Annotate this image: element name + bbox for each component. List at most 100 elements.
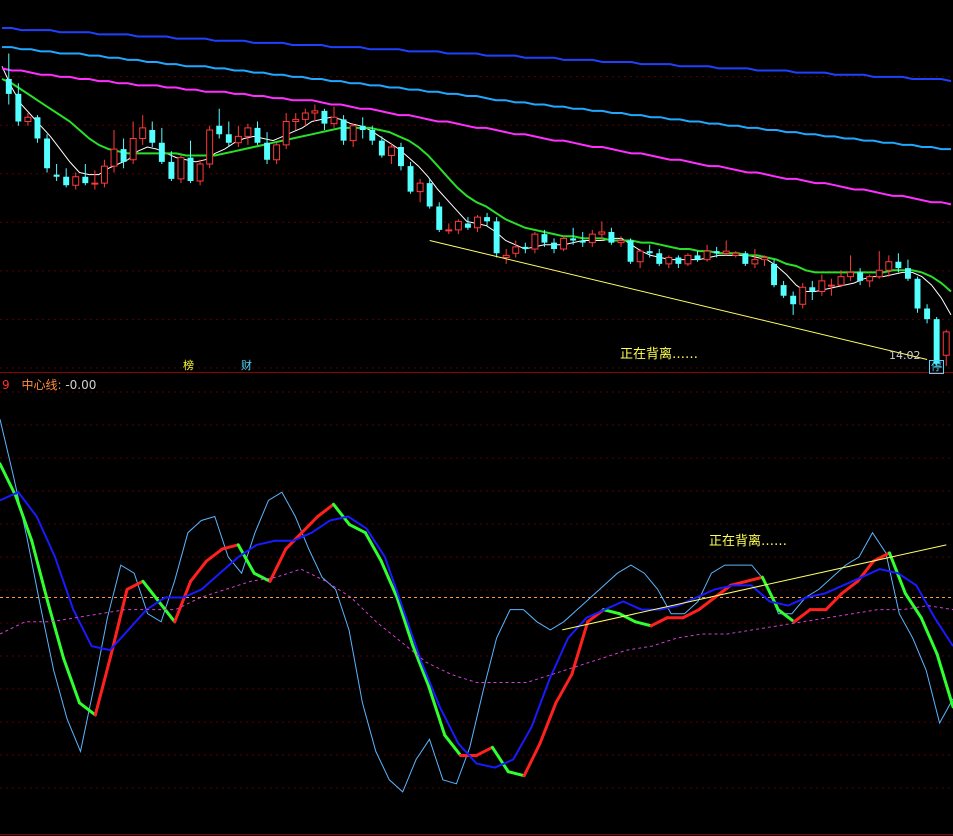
candle-body-up — [588, 233, 596, 244]
signal-line-segment — [792, 608, 812, 624]
candle-body-up — [330, 116, 338, 125]
signal-line-segment — [602, 608, 621, 616]
candle-body-down — [857, 272, 864, 281]
candle-body-up — [866, 276, 874, 282]
signal-line-segment — [522, 741, 542, 778]
candle-body-up — [837, 276, 845, 286]
candle-body-up — [454, 220, 462, 231]
candle-body-up — [416, 182, 424, 193]
finance-badge[interactable]: 财 — [241, 360, 252, 372]
signal-line-segment — [506, 770, 526, 778]
candle-body-down — [120, 149, 127, 162]
candle-body-up — [311, 110, 319, 114]
candle-body-up — [100, 165, 108, 184]
candle-body-up — [474, 216, 481, 229]
candle-body-up — [512, 246, 520, 254]
indicator-lines — [0, 419, 953, 793]
candle-body-up — [617, 240, 625, 244]
candle-body-down — [225, 134, 232, 143]
candle-body-up — [732, 252, 740, 256]
price-divergence-note: 正在背离…… — [620, 347, 699, 362]
candle-body-up — [942, 331, 950, 356]
signal-line-segment — [617, 612, 637, 624]
signal-line-segment — [93, 652, 113, 717]
signal-line-segment — [935, 652, 953, 709]
indicator-name: 中心线: — [21, 378, 62, 392]
signal-line-segment — [125, 579, 145, 591]
signal-line-segment — [268, 547, 288, 583]
candle-body-up — [751, 259, 759, 265]
signal-line-segment — [411, 644, 431, 689]
signal-line-segment — [919, 616, 939, 656]
candle-body-up — [91, 182, 99, 185]
candle-body-down — [541, 234, 548, 243]
candle-body-down — [158, 142, 165, 162]
moving-average-lines — [1, 27, 952, 316]
candle-body-down — [321, 110, 328, 124]
indicator-divergence-trendline — [562, 544, 947, 631]
signal-line-segment — [189, 559, 208, 583]
candle-body-down — [694, 255, 701, 260]
candle-body-down — [579, 240, 586, 243]
signal-line-segment — [173, 579, 193, 624]
candle-body-down — [742, 253, 749, 264]
moving-average-line — [1, 78, 952, 293]
candle-body-down — [407, 166, 414, 192]
candle-body-up — [72, 176, 80, 186]
signal-line-segment — [570, 620, 590, 676]
indicator-line — [0, 490, 953, 769]
candle-body-down — [570, 238, 577, 241]
moving-average-line — [1, 66, 952, 316]
candle-body-up — [703, 250, 711, 261]
candle-body-down — [895, 261, 902, 269]
candle-body-down — [34, 117, 41, 139]
indicator-header: 9 中心线: -0.00 — [2, 376, 96, 393]
candle-body-down — [82, 176, 89, 184]
indicator-index: 9 — [2, 378, 10, 392]
moving-average-line — [2, 27, 952, 83]
low-price-label: 14.02 — [889, 349, 921, 362]
signal-line-segment — [475, 745, 494, 757]
candle-body-up — [110, 148, 118, 167]
candle-body-down — [359, 125, 366, 130]
baseline-dashed-line — [0, 568, 953, 683]
candle-body-down — [656, 253, 663, 264]
candle-body-down — [53, 174, 60, 177]
signal-line-segment — [109, 587, 129, 656]
candle-body-up — [139, 127, 147, 139]
candle-body-down — [369, 130, 376, 141]
signal-line-segment — [332, 502, 351, 527]
candle-body-up — [560, 237, 568, 250]
candle-body-down — [216, 125, 223, 135]
candle-body-down — [713, 251, 720, 254]
candle-body-up — [827, 284, 835, 287]
stock-chart-stage — [0, 27, 953, 835]
candle-body-up — [722, 250, 730, 254]
indicator-divergence-note: 正在背离…… — [709, 534, 788, 549]
candle-body-up — [445, 229, 453, 232]
candle-body-up — [387, 146, 395, 156]
candle-body-down — [608, 232, 615, 243]
signal-line-segment — [77, 701, 97, 717]
candle-body-down — [264, 142, 271, 160]
halt-badge[interactable]: 停 — [929, 360, 944, 374]
candle-body-up — [292, 118, 300, 122]
candle-body-up — [761, 257, 768, 261]
candle-body-up — [301, 112, 309, 120]
candle-body-down — [675, 257, 682, 264]
candle-body-down — [149, 130, 156, 143]
signal-line-segment — [649, 616, 669, 628]
gridlines — [0, 76, 953, 789]
candle-body-down — [493, 221, 500, 254]
candle-body-down — [378, 140, 385, 156]
candle-body-down — [771, 263, 778, 286]
candle-body-up — [177, 157, 185, 180]
candle-body-down — [933, 319, 940, 364]
candle-body-up — [875, 269, 883, 278]
signal-line-segment — [633, 620, 653, 628]
signal-line-segment — [204, 547, 224, 563]
candle-body-down — [646, 251, 653, 254]
candle-body-up — [818, 280, 826, 292]
rank-badge[interactable]: 榜 — [183, 360, 194, 372]
candle-body-down — [426, 183, 433, 207]
